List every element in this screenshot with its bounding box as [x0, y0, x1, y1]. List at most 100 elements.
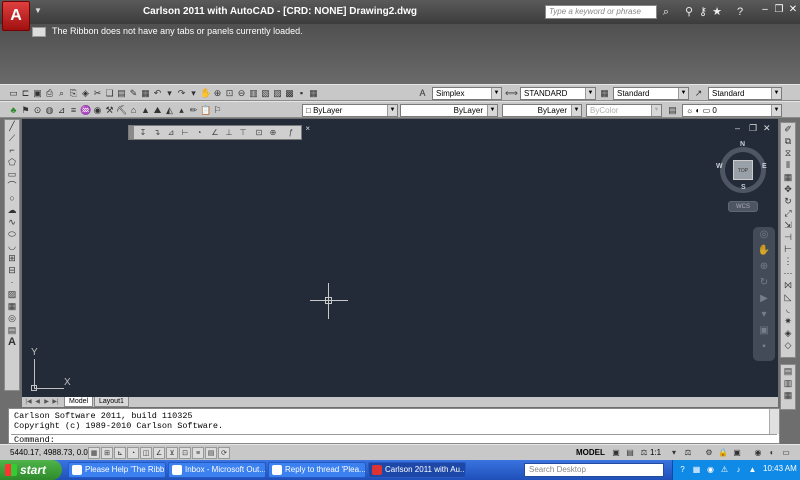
viewcube-north[interactable]: N	[740, 141, 745, 148]
snap-mode-icon[interactable]: ▦	[88, 447, 100, 459]
zoom-icon[interactable]: ⊕	[753, 259, 775, 275]
cogo-icon[interactable]: ⊿	[56, 104, 67, 116]
table-style-icon[interactable]: ▦	[598, 87, 611, 100]
trim-icon[interactable]: ⊣	[781, 231, 795, 243]
layer-off-icon[interactable]: ▥	[781, 377, 795, 389]
field-icon[interactable]: ▲	[140, 104, 151, 116]
points-icon[interactable]: ⊙	[32, 104, 43, 116]
mirror-icon[interactable]: ⧖	[781, 147, 795, 159]
search-icon[interactable]: ⌕	[659, 5, 673, 19]
explode-icon[interactable]: ✷	[781, 315, 795, 327]
hatch-icon[interactable]: ▨	[5, 288, 19, 300]
tab-model[interactable]: Model	[64, 397, 94, 407]
move-icon[interactable]: ✥	[781, 183, 795, 195]
help-icon[interactable]: ?	[733, 5, 747, 19]
showmotion-icon[interactable]: ▶	[753, 291, 775, 307]
quick-view-drawings-icon[interactable]: ▤	[624, 447, 636, 459]
start-button[interactable]: start	[0, 460, 62, 480]
clean-screen-icon[interactable]: ▭	[780, 447, 792, 459]
save-icon[interactable]: ▣	[32, 87, 43, 99]
copy-icon[interactable]: ❏	[104, 87, 115, 99]
layer-isolate-icon[interactable]: ▤	[781, 365, 795, 377]
annotation-scale-icon[interactable]: ⚖	[638, 447, 650, 459]
viewport-minimize-icon[interactable]: –	[735, 123, 740, 133]
make-block-icon[interactable]: ⊟	[5, 264, 19, 276]
lineweight-select[interactable]: ByLayer ▼	[502, 104, 582, 117]
match-properties-icon[interactable]: ✎	[128, 87, 139, 99]
dim-style-select[interactable]: STANDARD ▼	[520, 87, 596, 100]
mining-icon[interactable]: ⛏	[116, 104, 127, 116]
redo-dropdown-icon[interactable]: ▾	[188, 87, 199, 99]
hardware-acceleration-icon[interactable]: ◉	[752, 447, 764, 459]
layer-freeze-icon[interactable]: ▦	[781, 389, 795, 401]
linetype-select[interactable]: ByLayer ▼	[400, 104, 498, 117]
globe-icon[interactable]: ◍	[44, 104, 55, 116]
desktop-search-input[interactable]: Search Desktop	[524, 463, 664, 477]
3d-dwf-icon[interactable]: ◈	[80, 87, 91, 99]
dimension-angular-icon[interactable]: ∠	[209, 127, 221, 139]
navigation-extra-icon[interactable]: ▣	[753, 323, 775, 339]
viewcube-top-face[interactable]: TOP	[733, 160, 753, 180]
table-style-select[interactable]: Standard ▼	[613, 87, 689, 100]
last-tab-icon[interactable]: ▶|	[51, 397, 60, 407]
hammer-icon[interactable]: ⚒	[104, 104, 115, 116]
cut-icon[interactable]: ✂	[92, 87, 103, 99]
dim-style-icon[interactable]: ⟺	[505, 87, 518, 100]
circle-icon[interactable]: ○	[5, 192, 19, 204]
civil-icon[interactable]: ▴	[176, 104, 187, 116]
text-style-select[interactable]: Simplex ▼	[432, 87, 502, 100]
command-input[interactable]: Command:	[11, 434, 777, 445]
close-button[interactable]: ✕	[786, 3, 800, 17]
key-icon[interactable]: ⚷	[696, 5, 710, 19]
zoom-previous-icon[interactable]: ⊖	[236, 87, 247, 99]
toolbar-lock-icon[interactable]: ▣	[731, 447, 743, 459]
construction-icon[interactable]: ⛰	[152, 104, 163, 116]
road-icon[interactable]: ≡	[68, 104, 79, 116]
rotate-icon[interactable]: ↻	[781, 195, 795, 207]
takeoff-icon[interactable]: ◭	[164, 104, 175, 116]
viewcube-east[interactable]: E	[762, 163, 767, 170]
selection-cycling-icon[interactable]: ⟳	[218, 447, 230, 459]
color-select[interactable]: □ ByLayer ▼	[302, 104, 398, 117]
wcs-menu-button[interactable]: WCS	[728, 201, 758, 212]
toolbar-grip[interactable]	[129, 126, 134, 139]
copy-object-icon[interactable]: ⧉	[781, 135, 795, 147]
clipboard-icon[interactable]: 📋	[200, 104, 211, 116]
multileader-style-select[interactable]: Standard ▼	[708, 87, 782, 100]
dimension-arc-icon[interactable]: ⊿	[165, 127, 177, 139]
array-icon[interactable]: ▦	[781, 171, 795, 183]
dimension-ordinate-icon[interactable]: ⊢	[179, 127, 191, 139]
viewport-restore-icon[interactable]: ❐	[749, 123, 757, 134]
network-icon[interactable]: ▦	[691, 464, 702, 475]
line-icon[interactable]: ╱	[5, 120, 19, 132]
dimension-aligned-icon[interactable]: ↴	[151, 127, 163, 139]
dynamic-input-icon[interactable]: ⊡	[179, 447, 191, 459]
grid-display-icon[interactable]: ⊞	[101, 447, 113, 459]
block-editor-icon[interactable]: ▦	[140, 87, 151, 99]
next-tab-icon[interactable]: ▶	[42, 397, 51, 407]
break-icon[interactable]: ⋯	[781, 267, 795, 279]
insert-block-icon[interactable]: ⊞	[5, 252, 19, 264]
previous-tab-icon[interactable]: ◀	[33, 397, 42, 407]
viewcube-west[interactable]: W	[716, 163, 723, 170]
undo-dropdown-icon[interactable]: ▾	[164, 87, 175, 99]
rectangle-icon[interactable]: ▭	[5, 168, 19, 180]
plot-preview-icon[interactable]: ⌕	[56, 87, 67, 99]
tolerance-icon[interactable]: ⊡	[253, 127, 265, 139]
annotation-autoscale-icon[interactable]: ⚖	[682, 447, 694, 459]
open-file-icon[interactable]: ⊏	[20, 87, 31, 99]
ellipse-arc-icon[interactable]: ◡	[5, 240, 19, 252]
communication-center-icon[interactable]: ⚲	[682, 5, 696, 19]
plot-icon[interactable]: ⎙	[44, 87, 55, 99]
tab-layout1[interactable]: Layout1	[94, 397, 129, 407]
security-icon[interactable]: ⚠	[719, 464, 730, 475]
revcloud-icon[interactable]: ☁	[5, 204, 19, 216]
dimension-linear-icon[interactable]: ↧	[137, 127, 149, 139]
paste-icon[interactable]: ▤	[116, 87, 127, 99]
help-tray-icon[interactable]: ?	[677, 464, 688, 475]
gradient-icon[interactable]: ▦	[5, 300, 19, 312]
polar-tracking-icon[interactable]: ◔	[127, 447, 139, 459]
modify-extra-icon[interactable]: ◇	[781, 339, 795, 351]
first-tab-icon[interactable]: |◀	[24, 397, 33, 407]
navigation-settings-icon[interactable]: ▪	[753, 339, 775, 355]
